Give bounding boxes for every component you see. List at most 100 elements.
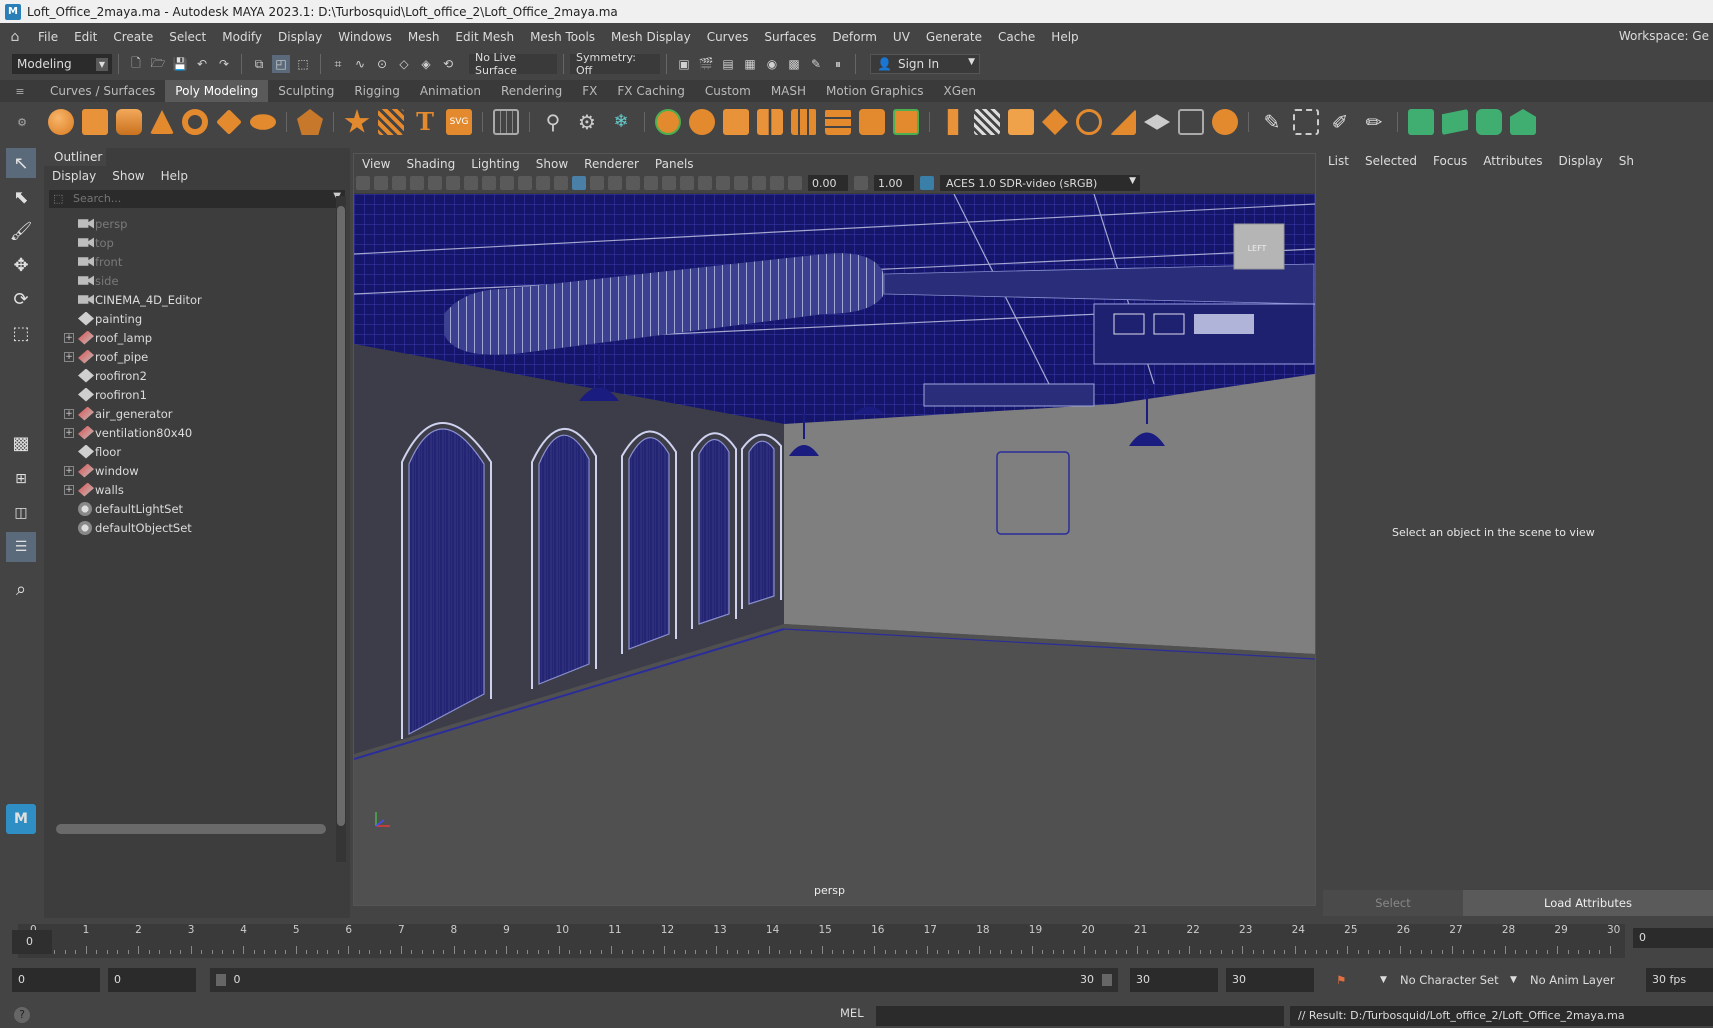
- expand-icon[interactable]: +: [64, 408, 74, 419]
- viewport-menu-renderer[interactable]: Renderer: [576, 157, 647, 171]
- type-tool-icon[interactable]: T: [412, 109, 438, 135]
- xray-components-icon[interactable]: [770, 176, 784, 190]
- live-surface-field[interactable]: No Live Surface: [469, 51, 557, 77]
- reduce-icon[interactable]: [791, 109, 817, 135]
- grease-pencil-icon[interactable]: [428, 176, 442, 190]
- new-scene-icon[interactable]: 🗋: [127, 55, 145, 73]
- viewport-menu-shading[interactable]: Shading: [398, 157, 463, 171]
- super-shape-icon[interactable]: [344, 109, 370, 133]
- viewport-menu-lighting[interactable]: Lighting: [463, 157, 528, 171]
- view-transform-dropdown[interactable]: ACES 1.0 SDR-video (sRGB) ▼: [940, 175, 1140, 191]
- menu-windows[interactable]: Windows: [330, 30, 400, 44]
- scene-start-field[interactable]: 0: [12, 968, 100, 992]
- home-icon[interactable]: ⌂: [0, 29, 30, 45]
- load-attributes-button[interactable]: Load Attributes: [1463, 890, 1713, 916]
- lasso-tool-icon[interactable]: ⬉: [6, 182, 36, 212]
- save-scene-icon[interactable]: 💾: [171, 55, 189, 73]
- menu-generate[interactable]: Generate: [918, 30, 990, 44]
- light-editor-icon[interactable]: ✎: [807, 55, 825, 73]
- remesh-icon[interactable]: [825, 109, 851, 135]
- pause-icon[interactable]: ⏸: [829, 55, 847, 73]
- uv-editor-icon[interactable]: [1408, 109, 1434, 135]
- scene-end-field[interactable]: 30: [1226, 968, 1314, 992]
- camera-attributes-icon[interactable]: [356, 176, 370, 190]
- shelf-tab-curves-surfaces[interactable]: Curves / Surfaces: [40, 80, 165, 102]
- viewport-menu-show[interactable]: Show: [528, 157, 576, 171]
- viewport-menu-view[interactable]: View: [354, 157, 398, 171]
- menu-file[interactable]: File: [30, 30, 66, 44]
- viewcube-label[interactable]: LEFT: [1248, 244, 1267, 253]
- twod-pan-icon[interactable]: [410, 176, 424, 190]
- expand-icon[interactable]: +: [64, 465, 74, 476]
- attribute-menu-display[interactable]: Display: [1551, 154, 1611, 168]
- exposure-icon[interactable]: [788, 176, 802, 190]
- outliner-horizontal-scrollbar[interactable]: [56, 824, 326, 834]
- scale-tool-icon[interactable]: ⬚: [6, 318, 36, 348]
- outliner-layout-icon[interactable]: ☰: [6, 532, 36, 562]
- chevron-down-icon[interactable]: ▼: [1510, 968, 1517, 992]
- render-frame-icon[interactable]: 🎬: [697, 55, 715, 73]
- exposure-field[interactable]: 0.00: [808, 175, 848, 191]
- attribute-menu-selected[interactable]: Selected: [1357, 154, 1425, 168]
- paint-select-tool-icon[interactable]: 🖌: [6, 216, 36, 246]
- shelf-tab-fx[interactable]: FX: [572, 80, 607, 102]
- time-slider-track[interactable]: 0123456789101112131415161718192021222324…: [18, 924, 1625, 958]
- outliner-menu-display[interactable]: Display: [44, 169, 104, 183]
- snap-point-icon[interactable]: ⊙: [373, 55, 391, 73]
- boolean-icon[interactable]: [757, 109, 783, 135]
- select-component-icon[interactable]: ⬚: [294, 55, 312, 73]
- target-weld-icon[interactable]: [1178, 109, 1204, 135]
- fps-dropdown[interactable]: 30 fps: [1646, 968, 1713, 992]
- anti-aliasing-icon[interactable]: [680, 176, 694, 190]
- character-set-dropdown[interactable]: No Character Set: [1400, 968, 1499, 992]
- gamma-icon[interactable]: [854, 176, 868, 190]
- anim-layer-dropdown[interactable]: No Anim Layer: [1530, 968, 1615, 992]
- poly-sphere-icon[interactable]: [48, 109, 74, 135]
- gate-mask-icon[interactable]: [500, 176, 514, 190]
- outliner-search[interactable]: ⬚ ▼: [49, 190, 345, 208]
- shelf-tab-fx-caching[interactable]: FX Caching: [607, 80, 694, 102]
- poly-cone-icon[interactable]: [150, 110, 174, 134]
- menu-curves[interactable]: Curves: [699, 30, 757, 44]
- film-gate-icon[interactable]: [464, 176, 478, 190]
- menu-set-dropdown[interactable]: Modeling ▼: [12, 54, 112, 74]
- help-icon[interactable]: ?: [14, 1007, 30, 1023]
- platonic-solid-icon[interactable]: [297, 109, 323, 135]
- scene-render[interactable]: LEFT: [354, 194, 1315, 905]
- textured-icon[interactable]: [608, 176, 622, 190]
- menu-mesh[interactable]: Mesh: [400, 30, 448, 44]
- multi-cut-icon[interactable]: ⚲: [540, 109, 566, 135]
- single-perspective-layout-icon[interactable]: ▩: [6, 428, 36, 458]
- command-input[interactable]: [876, 1006, 1284, 1026]
- select-hierarchy-icon[interactable]: ⧉: [250, 55, 268, 73]
- fill-hole-icon[interactable]: [1076, 109, 1102, 135]
- playback-start-field[interactable]: 0: [108, 968, 196, 992]
- snap-curve-icon[interactable]: ∿: [351, 55, 369, 73]
- separate-icon[interactable]: [689, 109, 715, 135]
- menu-modify[interactable]: Modify: [214, 30, 270, 44]
- image-plane-icon[interactable]: [392, 176, 406, 190]
- use-all-lights-icon[interactable]: [626, 176, 640, 190]
- gamma-field[interactable]: 1.00: [874, 175, 914, 191]
- attribute-menu-sh[interactable]: Sh: [1611, 154, 1642, 168]
- shadows-icon[interactable]: [644, 176, 658, 190]
- snap-grid-icon[interactable]: ⌗: [329, 55, 347, 73]
- outliner-item-persp[interactable]: persp: [44, 214, 334, 233]
- open-scene-icon[interactable]: 🗁: [149, 55, 167, 73]
- outliner-item-front[interactable]: front: [44, 252, 334, 271]
- outliner-item-window[interactable]: + window: [44, 461, 334, 480]
- render-setup-icon[interactable]: ▩: [785, 55, 803, 73]
- menu-cache[interactable]: Cache: [990, 30, 1043, 44]
- field-chart-icon[interactable]: [518, 176, 532, 190]
- connect-icon[interactable]: [1212, 109, 1238, 135]
- key-icon[interactable]: ⚑: [1336, 968, 1346, 992]
- rotate-tool-icon[interactable]: ⟳: [6, 284, 36, 314]
- snap-plane-icon[interactable]: ◇: [395, 55, 413, 73]
- select-object-icon[interactable]: ◰: [272, 55, 290, 73]
- offset-edge-loop-icon[interactable]: [1293, 109, 1319, 135]
- sign-in-dropdown[interactable]: 👤 Sign In ▼: [870, 54, 980, 74]
- menu-deform[interactable]: Deform: [824, 30, 885, 44]
- uv-layout-icon[interactable]: [1476, 109, 1502, 135]
- menu-display[interactable]: Display: [270, 30, 330, 44]
- smooth-shade-icon[interactable]: [572, 176, 586, 190]
